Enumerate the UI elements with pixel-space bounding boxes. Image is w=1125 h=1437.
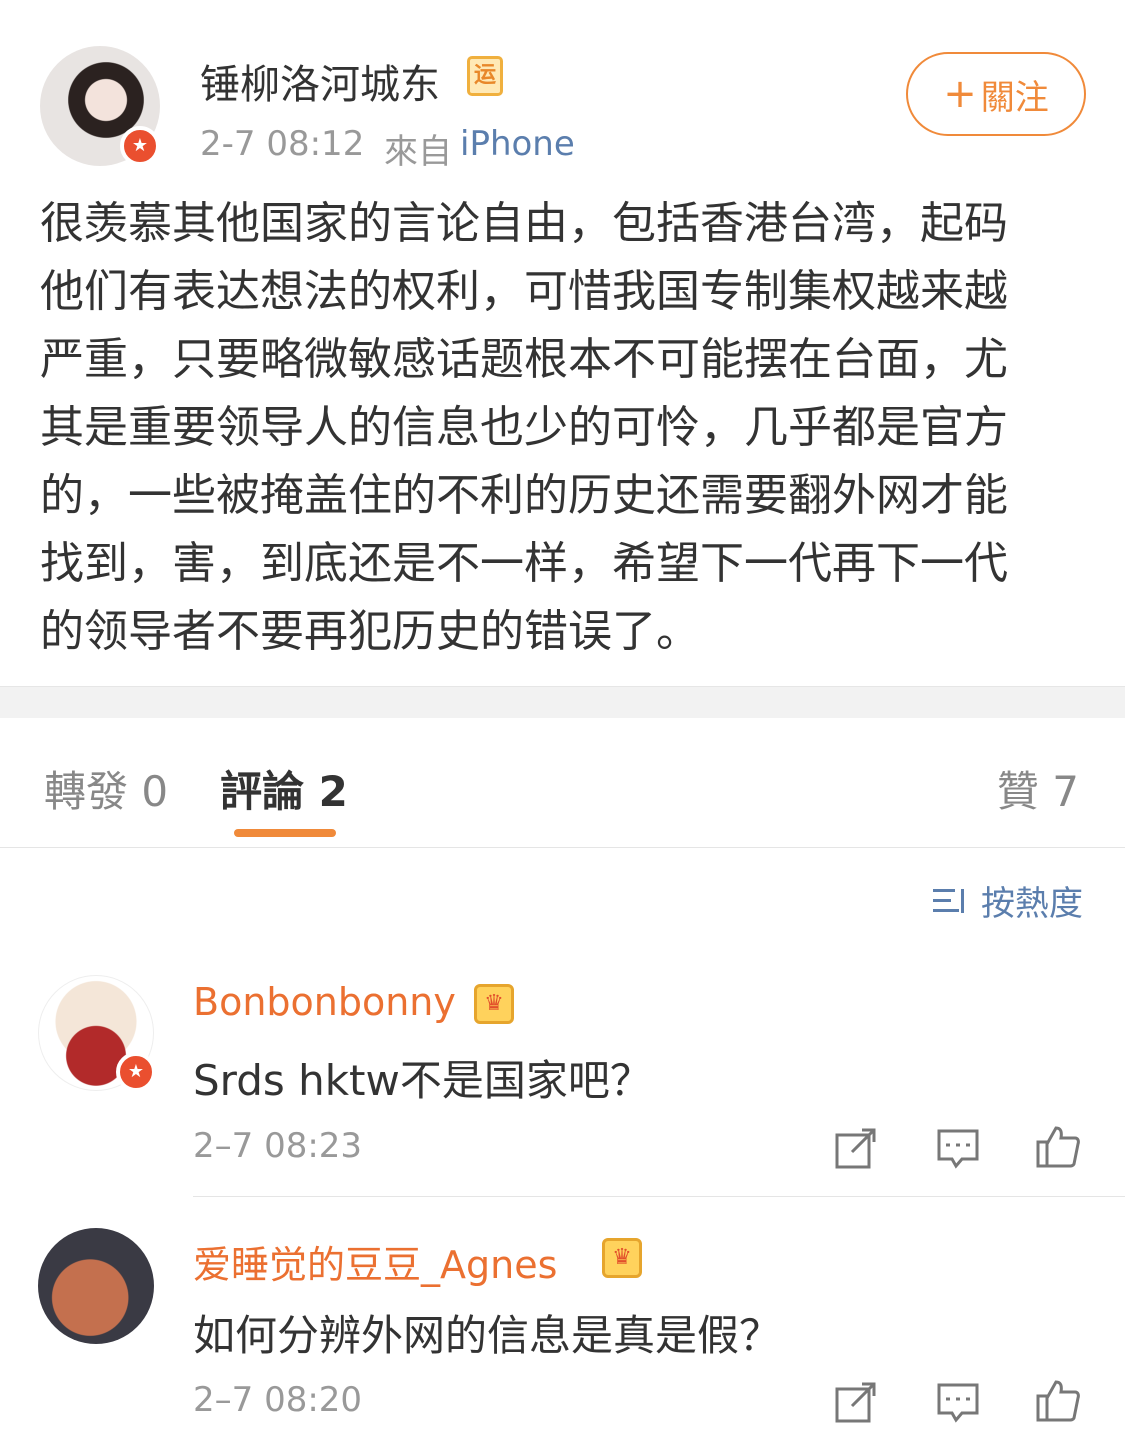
plus-icon: + bbox=[943, 71, 977, 117]
tab-like[interactable]: 贊 7 bbox=[997, 758, 1079, 819]
comment-time: 2–7 08:20 bbox=[193, 1380, 363, 1420]
active-tab-indicator bbox=[234, 829, 336, 837]
sort-label: 按熱度 bbox=[981, 884, 1083, 924]
comment-text: Srds hktw不是国家吧？ bbox=[193, 1056, 652, 1105]
sort-by-hot-button[interactable]: 按熱度 bbox=[933, 876, 1083, 925]
verified-badge-icon: ★ bbox=[116, 1052, 156, 1092]
commenter-avatar[interactable] bbox=[38, 1228, 154, 1344]
reply-icon[interactable] bbox=[936, 1380, 980, 1424]
share-icon[interactable] bbox=[834, 1126, 878, 1170]
like-icon[interactable] bbox=[1036, 1378, 1080, 1422]
section-divider bbox=[0, 686, 1125, 718]
post-from-label: 來自 bbox=[384, 132, 452, 172]
vip-tag-icon: 运 bbox=[467, 56, 503, 96]
comment-time: 2–7 08:23 bbox=[193, 1126, 363, 1166]
post-author-name[interactable]: 锤柳洛河城东 bbox=[200, 52, 440, 110]
comment-divider bbox=[193, 1196, 1125, 1197]
commenter-name[interactable]: 爱睡觉的豆豆_Agnes bbox=[193, 1234, 557, 1289]
vip-crown-icon: ♛ bbox=[474, 984, 514, 1024]
share-icon[interactable] bbox=[834, 1380, 878, 1424]
weibo-post: ★ 锤柳洛河城东 运 2-7 08:12 來自 iPhone + 關注 很羡慕其… bbox=[0, 0, 1125, 686]
post-body: 很羡慕其他国家的言论自由，包括香港台湾，起码他们有表达想法的权利，可惜我国专制集… bbox=[40, 198, 1008, 657]
comment-text: 如何分辨外网的信息是真是假？ bbox=[193, 1311, 782, 1360]
tab-repost[interactable]: 轉發 0 bbox=[44, 758, 168, 819]
post-time: 2-7 08:12 bbox=[200, 124, 365, 164]
vip-crown-icon: ♛ bbox=[602, 1238, 642, 1278]
follow-label: 關注 bbox=[980, 77, 1049, 118]
tab-comment[interactable]: 評論 2 bbox=[220, 758, 348, 819]
verified-badge-icon: ★ bbox=[120, 126, 160, 166]
like-icon[interactable] bbox=[1036, 1124, 1080, 1168]
sort-icon bbox=[933, 885, 969, 917]
post-source[interactable]: iPhone bbox=[460, 124, 575, 164]
commenter-name[interactable]: Bonbonbonny bbox=[193, 980, 456, 1024]
reply-icon[interactable] bbox=[936, 1126, 980, 1170]
interaction-tabs: 轉發 0 評論 2 贊 7 bbox=[0, 718, 1125, 848]
follow-button[interactable]: + 關注 bbox=[906, 52, 1086, 136]
